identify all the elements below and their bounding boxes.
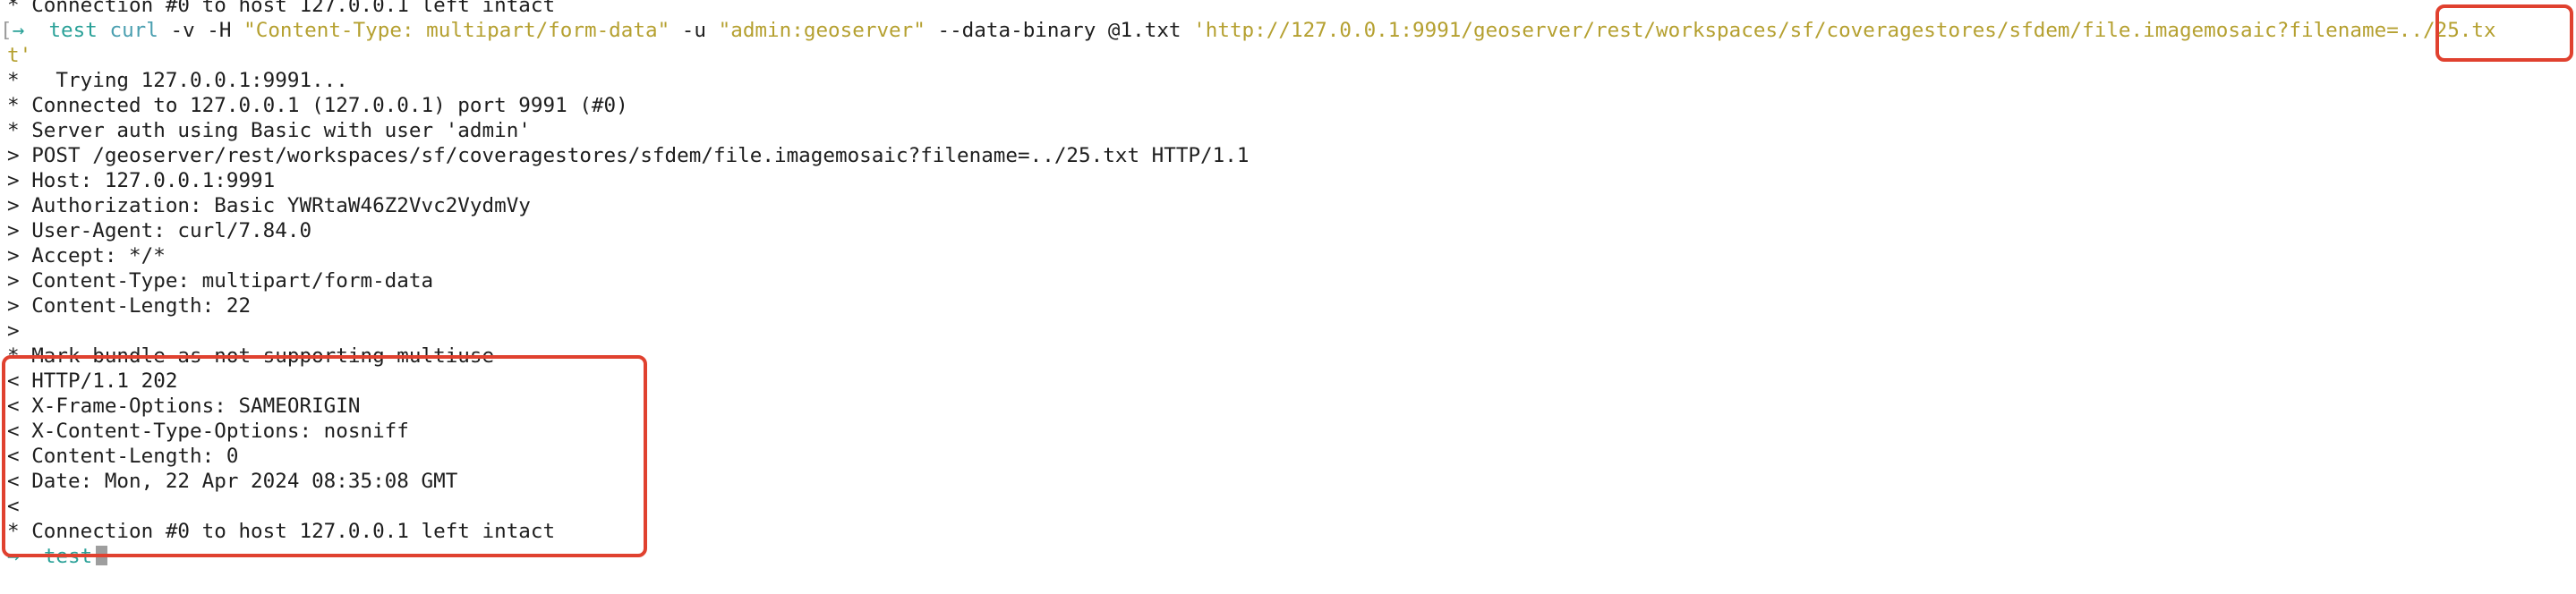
output-line: * Connection #0 to host 127.0.0.1 left i…: [7, 520, 556, 543]
output-line: < HTTP/1.1 202: [7, 369, 178, 393]
output-line: > User-Agent: curl/7.84.0: [7, 219, 312, 242]
output-line: > Accept: */*: [7, 244, 166, 267]
output-line: * Connected to 127.0.0.1 (127.0.0.1) por…: [7, 94, 628, 117]
command-name: curl: [109, 19, 158, 42]
prompt-directory: test: [43, 545, 93, 568]
output-line: > Authorization: Basic YWRtaW46Z2Vvc2Vyd…: [7, 194, 531, 217]
output-line: * Trying 127.0.0.1:9991...: [7, 69, 348, 92]
auth-argument: "admin:geoserver": [718, 19, 925, 42]
output-line: >: [7, 319, 20, 343]
prompt-arrow-icon: →: [7, 545, 20, 568]
command-flags: -v -H: [158, 19, 244, 42]
terminal-window[interactable]: * Connection #0 to host 127.0.0.1 left i…: [0, 0, 2576, 594]
output-line: * Mark bundle as not supporting multiuse: [7, 344, 495, 368]
final-prompt-line[interactable]: → test: [7, 544, 108, 569]
command-flags: -u: [670, 19, 719, 42]
command-flags: --data-binary @1.txt: [925, 19, 1194, 42]
url-argument-wrap: t': [7, 44, 32, 67]
output-line: <: [7, 495, 20, 518]
output-line: < Date: Mon, 22 Apr 2024 08:35:08 GMT: [7, 470, 458, 493]
output-line: > Content-Length: 22: [7, 294, 252, 318]
output-line: < X-Frame-Options: SAMEORIGIN: [7, 395, 361, 418]
output-line: > Content-Type: multipart/form-data: [7, 269, 434, 293]
url-argument: 'http://127.0.0.1:9991/geoserver/rest/wo…: [1193, 19, 2496, 42]
content-type-argument: "Content-Type: multipart/form-data": [243, 19, 670, 42]
output-line: > POST /geoserver/rest/workspaces/sf/cov…: [7, 144, 1250, 167]
terminal-line: * Connection #0 to host 127.0.0.1 left i…: [7, 0, 556, 17]
output-line: < X-Content-Type-Options: nosniff: [7, 420, 409, 443]
text-cursor: [96, 546, 108, 565]
prompt-directory: test: [48, 19, 98, 42]
prompt-bracket: [: [0, 19, 13, 42]
output-line: * Server auth using Basic with user 'adm…: [7, 119, 531, 142]
output-line: < Content-Length: 0: [7, 445, 239, 468]
prompt-arrow-icon: →: [12, 19, 25, 42]
output-line: > Host: 127.0.0.1:9991: [7, 169, 276, 192]
command-line: [→ test curl -v -H "Content-Type: multip…: [0, 18, 2496, 43]
